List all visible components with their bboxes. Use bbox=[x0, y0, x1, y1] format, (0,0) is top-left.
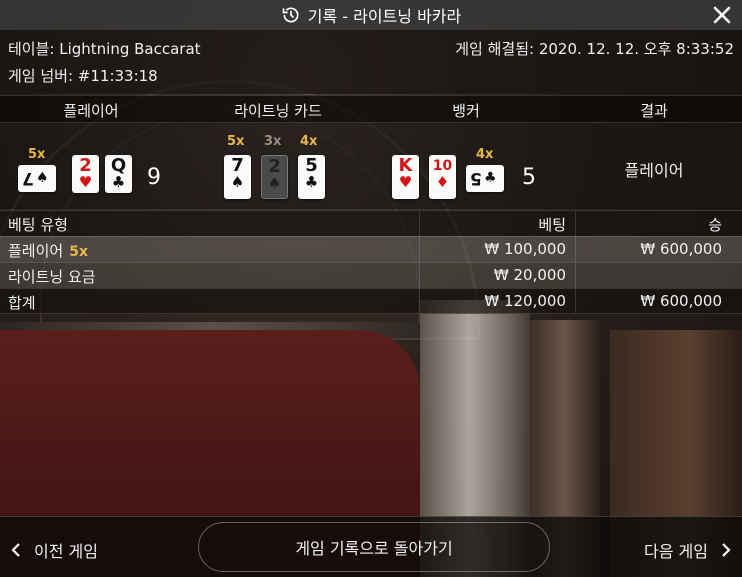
card-rank: 7 bbox=[22, 168, 34, 188]
lightning-card-2-multiplier: 3x bbox=[264, 134, 282, 149]
card-rank: 5 bbox=[470, 168, 482, 188]
header-banker: 뱅커 bbox=[452, 102, 480, 120]
footer-nav: 이전 게임 게임 기록으로 돌아가기 다음 게임 bbox=[0, 516, 742, 577]
banker-score: 5 bbox=[522, 165, 536, 190]
header-player: 플레이어 bbox=[63, 102, 119, 120]
banker-card-2: 10 ♦ bbox=[429, 155, 456, 199]
lightning-card-2: 2 ♠ bbox=[261, 155, 288, 199]
history-panel: 기록 - 라이트닝 바카라 테이블: Lightning Baccarat 게임… bbox=[0, 0, 742, 577]
win-amount: ₩ 600,000 bbox=[640, 240, 722, 258]
game-number: 게임 넘버: #11:33:18 bbox=[8, 67, 158, 85]
next-game-label: 다음 게임 bbox=[644, 542, 708, 561]
bets-header-win: 승 bbox=[708, 216, 722, 234]
bet-amount: ₩ 20,000 bbox=[493, 266, 566, 284]
bets-header-bet: 베팅 bbox=[538, 216, 566, 234]
card-suit: ♠ bbox=[267, 174, 282, 192]
column-divider bbox=[575, 289, 576, 313]
player-card-3: Q ♣ bbox=[105, 155, 132, 193]
bets-table: 베팅 유형 베팅 승 플레이어 5x ₩ 100,000 ₩ 600,000 라이… bbox=[0, 210, 742, 314]
card-suit: ♥ bbox=[78, 173, 93, 191]
table-row: 라이트닝 요금 ₩ 20,000 bbox=[0, 262, 742, 288]
bet-type: 플레이어 bbox=[8, 242, 64, 260]
back-to-history-label: 게임 기록으로 돌아가기 bbox=[295, 539, 453, 558]
card-suit: ♦ bbox=[435, 173, 450, 191]
lightning-card-3-multiplier: 4x bbox=[300, 134, 318, 149]
next-game-button[interactable]: 다음 게임 bbox=[644, 538, 732, 562]
column-divider bbox=[419, 211, 420, 236]
card-suit: ♣ bbox=[484, 170, 497, 186]
title-bar: 기록 - 라이트닝 바카라 bbox=[0, 0, 742, 30]
player-card-1: 7 ♠ bbox=[18, 165, 56, 192]
banker-card-1: K ♥ bbox=[392, 155, 419, 199]
column-headers: 플레이어 라이트닝 카드 뱅커 결과 bbox=[0, 95, 742, 123]
game-resolved-time: 게임 해결됨: 2020. 12. 12. 오후 8:33:52 bbox=[455, 40, 734, 58]
chevron-left-icon bbox=[11, 543, 20, 557]
win-amount: ₩ 600,000 bbox=[640, 292, 722, 310]
column-divider bbox=[575, 237, 576, 262]
card-suit: ♣ bbox=[304, 173, 319, 191]
back-to-history-button[interactable]: 게임 기록으로 돌아가기 bbox=[198, 522, 550, 572]
column-divider bbox=[419, 289, 420, 313]
table-row: 플레이어 5x ₩ 100,000 ₩ 600,000 bbox=[0, 236, 742, 262]
player-card-2: 2 ♥ bbox=[72, 155, 99, 193]
column-divider bbox=[419, 237, 420, 262]
lightning-card-1: 7 ♠ bbox=[224, 155, 251, 199]
player-score: 9 bbox=[147, 165, 161, 190]
bet-amount: ₩ 100,000 bbox=[484, 240, 566, 258]
result-value: 플레이어 bbox=[624, 161, 684, 180]
card-suit: ♥ bbox=[398, 173, 413, 191]
player-card-1-multiplier: 5x bbox=[28, 147, 46, 162]
history-icon bbox=[282, 7, 299, 23]
bet-type: 합계 bbox=[8, 294, 36, 312]
bets-header-type: 베팅 유형 bbox=[8, 216, 68, 234]
header-result: 결과 bbox=[640, 102, 668, 120]
table-name: 테이블: Lightning Baccarat bbox=[8, 40, 201, 58]
bet-amount: ₩ 120,000 bbox=[484, 292, 566, 310]
header-lightning-cards: 라이트닝 카드 bbox=[234, 102, 322, 120]
bets-header-row: 베팅 유형 베팅 승 bbox=[0, 210, 742, 236]
title-group: 기록 - 라이트닝 바카라 bbox=[281, 3, 462, 27]
banker-card-3-multiplier: 4x bbox=[476, 147, 494, 162]
card-suit: ♣ bbox=[111, 173, 126, 191]
card-suit: ♠ bbox=[36, 170, 49, 186]
column-divider bbox=[575, 211, 576, 236]
close-icon[interactable] bbox=[710, 3, 734, 27]
column-divider bbox=[575, 263, 576, 288]
previous-game-label: 이전 게임 bbox=[34, 542, 98, 561]
lightning-card-3: 5 ♣ bbox=[298, 155, 325, 199]
bet-multiplier: 5x bbox=[69, 244, 88, 260]
bet-type-cell: 플레이어 5x bbox=[8, 240, 88, 261]
column-divider bbox=[419, 263, 420, 288]
previous-game-button[interactable]: 이전 게임 bbox=[10, 538, 98, 562]
card-suit: ♠ bbox=[230, 173, 245, 191]
game-info: 테이블: Lightning Baccarat 게임 넘버: #11:33:18… bbox=[0, 30, 742, 94]
page-title: 기록 - 라이트닝 바카라 bbox=[307, 7, 462, 26]
table-row-total: 합계 ₩ 120,000 ₩ 600,000 bbox=[0, 288, 742, 314]
bet-type: 라이트닝 요금 bbox=[8, 268, 96, 286]
chevron-right-icon bbox=[722, 543, 731, 557]
lightning-card-1-multiplier: 5x bbox=[227, 134, 245, 149]
cards-row: 5x 7 ♠ 2 ♥ Q ♣ 9 5x 7 ♠ 3x 2 ♠ 4x 5 ♣ K … bbox=[0, 123, 742, 209]
banker-card-3: 5 ♣ bbox=[466, 165, 504, 192]
